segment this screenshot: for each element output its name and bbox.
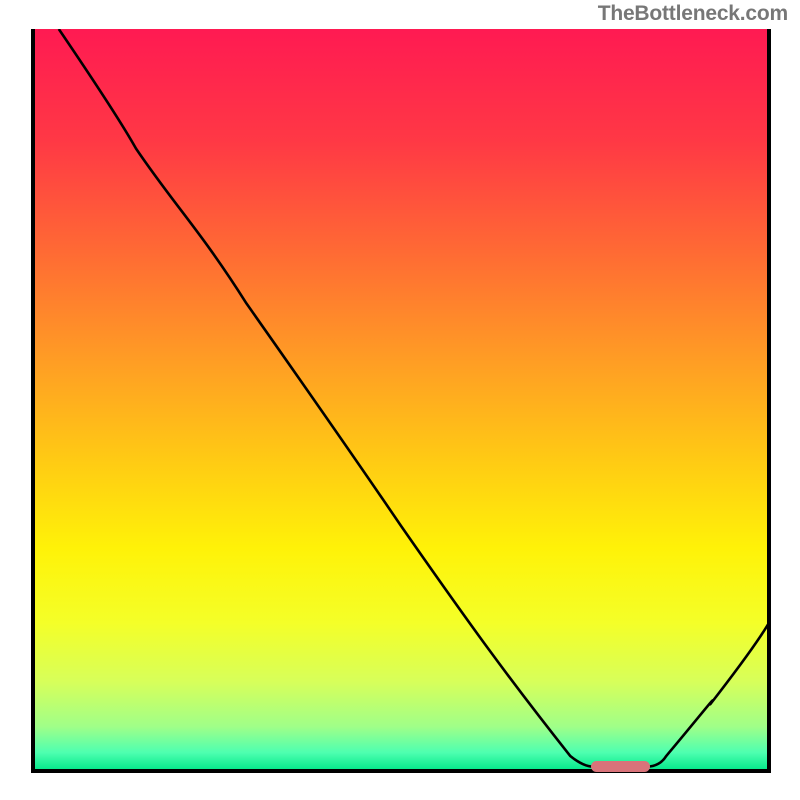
attribution-text: TheBottleneck.com (598, 2, 788, 26)
chart-canvas: { "attribution": "TheBottleneck.com", "c… (0, 0, 800, 800)
plot-background (33, 29, 769, 771)
optimal-range-marker (591, 761, 650, 772)
chart-svg (0, 0, 800, 800)
